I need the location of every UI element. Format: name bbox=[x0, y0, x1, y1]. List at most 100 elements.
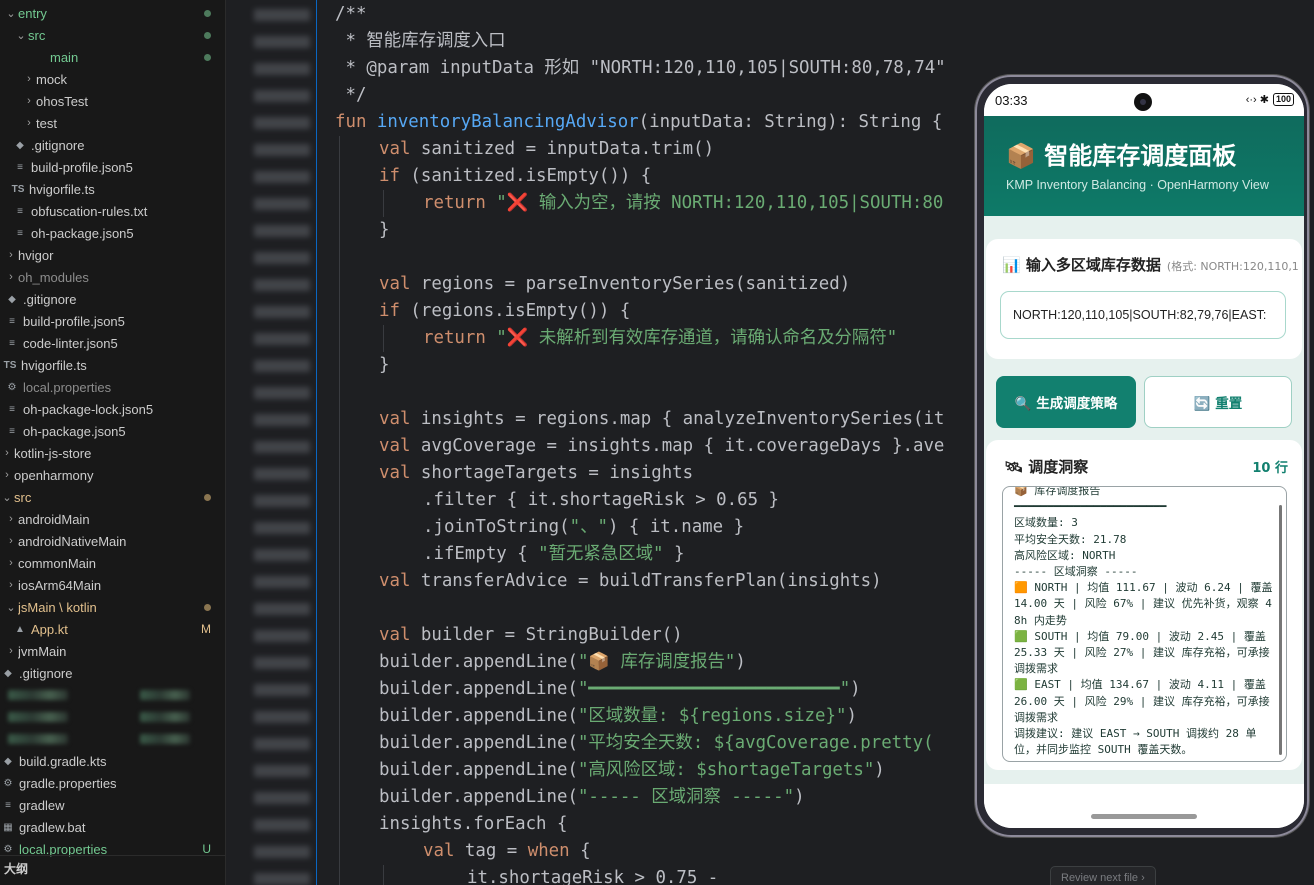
result-scrollbar[interactable] bbox=[1279, 505, 1282, 755]
code-token: "❌ 输入为空，请按 NORTH:120,110,105|SOUTH:80 bbox=[496, 193, 944, 213]
tree-item-label: androidNativeMain bbox=[18, 533, 127, 549]
code-token: .joinToString( bbox=[423, 517, 570, 537]
tree-item[interactable]: ⌄ src bbox=[0, 24, 225, 46]
indent-guide bbox=[383, 865, 384, 885]
tree-item[interactable]: › ohosTest bbox=[0, 90, 225, 112]
line-number bbox=[254, 738, 310, 750]
home-indicator[interactable] bbox=[1091, 814, 1197, 819]
tree-item[interactable]: ⌄ entry bbox=[0, 2, 225, 24]
tree-item[interactable]: ≡ oh-package.json5 bbox=[0, 222, 225, 244]
tree-item-label: App.kt bbox=[31, 621, 68, 637]
tree-item[interactable]: ≡ oh-package-lock.json5 bbox=[0, 398, 225, 420]
tree-item[interactable]: › jvmMain bbox=[0, 640, 225, 662]
code-token: if bbox=[379, 301, 411, 321]
code-line: val regions = parseInventorySeries(sanit… bbox=[379, 271, 850, 298]
code-line: val avgCoverage = insights.map { it.cove… bbox=[379, 433, 944, 460]
line-number bbox=[254, 711, 310, 723]
review-next-file-button[interactable]: Review next file › bbox=[1050, 866, 1156, 885]
tree-item[interactable]: ◆ .gitignore bbox=[0, 134, 225, 156]
tree-item[interactable]: main bbox=[0, 46, 225, 68]
tree-item[interactable]: › iosArm64Main bbox=[0, 574, 225, 596]
reset-button[interactable]: 🔄 重置 bbox=[1144, 376, 1292, 428]
tree-item[interactable]: ≡ code-linter.json5 bbox=[0, 332, 225, 354]
chevron-right-icon[interactable]: › bbox=[0, 447, 14, 459]
tree-item[interactable]: › mock bbox=[0, 68, 225, 90]
tree-item[interactable]: › kotlin-js-store bbox=[0, 442, 225, 464]
code-token: return bbox=[423, 193, 497, 213]
tree-item[interactable]: › androidNativeMain bbox=[0, 530, 225, 552]
chevron-right-icon[interactable]: › bbox=[4, 535, 18, 547]
chevron-down-icon[interactable]: ⌄ bbox=[14, 29, 28, 42]
redacted-text bbox=[140, 734, 190, 744]
chevron-right-icon[interactable]: › bbox=[22, 117, 36, 129]
chevron-right-icon[interactable]: › bbox=[4, 513, 18, 525]
tree-item[interactable]: › oh_modules bbox=[0, 266, 225, 288]
generate-strategy-button[interactable]: 🔍 生成调度策略 bbox=[996, 376, 1136, 428]
tree-item-redacted[interactable] bbox=[0, 706, 225, 728]
code-token: builder.appendLine( bbox=[379, 760, 578, 780]
tree-item[interactable]: ≡ build-profile.json5 bbox=[0, 310, 225, 332]
settings-file-icon: ⚙ bbox=[3, 843, 13, 855]
tree-item[interactable]: ◆ .gitignore bbox=[0, 288, 225, 310]
chevron-down-icon[interactable]: ⌄ bbox=[4, 601, 18, 614]
line-number bbox=[254, 279, 310, 291]
tree-item-label: gradlew.bat bbox=[19, 819, 86, 835]
chevron-right-icon[interactable]: › bbox=[4, 579, 18, 591]
tree-item-redacted[interactable] bbox=[0, 684, 225, 706]
code-token: insights = regions.map { analyzeInventor… bbox=[420, 409, 945, 429]
tree-item[interactable]: › test bbox=[0, 112, 225, 134]
tree-item-label: test bbox=[36, 115, 57, 131]
chevron-right-icon[interactable]: › bbox=[4, 271, 18, 283]
line-number bbox=[254, 468, 310, 480]
tree-item-label: hvigor bbox=[18, 247, 54, 263]
tree-item[interactable]: ≡ obfuscation-rules.txt bbox=[0, 200, 225, 222]
tree-item-redacted[interactable] bbox=[0, 728, 225, 750]
code-token: */ bbox=[335, 85, 367, 105]
outline-panel-header[interactable]: 大纲 bbox=[0, 855, 225, 885]
tree-item[interactable]: ⌄ jsMain \ kotlin bbox=[0, 596, 225, 618]
tree-item[interactable]: ◆ build.gradle.kts bbox=[0, 750, 225, 772]
chevron-right-icon[interactable]: › bbox=[22, 95, 36, 107]
chevron-down-icon[interactable]: ⌄ bbox=[0, 491, 14, 504]
tree-item[interactable]: ▦ gradlew.bat bbox=[0, 816, 225, 838]
chevron-down-icon[interactable]: ⌄ bbox=[4, 7, 18, 20]
phone-screen: 03:33 ‹·› ✱ 100 📦 智能库存调度面板 KMP Inventory… bbox=[984, 84, 1304, 828]
generate-strategy-label: 🔍 生成调度策略 bbox=[1014, 396, 1118, 412]
chevron-right-icon[interactable]: › bbox=[4, 249, 18, 261]
tree-item[interactable]: ◆ .gitignore bbox=[0, 662, 225, 684]
code-token: it.shortageRisk > 0.75 - bbox=[467, 868, 719, 885]
tree-item[interactable]: › hvigor bbox=[0, 244, 225, 266]
typescript-file-icon: TS bbox=[11, 183, 25, 195]
tree-item[interactable]: ≡ build-profile.json5 bbox=[0, 156, 225, 178]
tree-item[interactable]: ⚙ local.properties bbox=[0, 376, 225, 398]
modified-dot-icon bbox=[204, 6, 211, 20]
tree-item[interactable]: TS hvigorfile.ts bbox=[0, 354, 225, 376]
code-line: if (regions.isEmpty()) { bbox=[379, 298, 630, 325]
result-output-box[interactable]: 📦 库存调度报告 ━━━━━━━━━━━━━━━━━━━━━━━ 区域数量: 3… bbox=[1002, 486, 1287, 762]
tree-item[interactable]: TS hvigorfile.ts bbox=[0, 178, 225, 200]
chevron-right-icon[interactable]: › bbox=[22, 73, 36, 85]
inventory-data-input[interactable] bbox=[1000, 291, 1286, 339]
tree-item[interactable]: ▲ App.kt M bbox=[0, 618, 225, 640]
tree-item[interactable]: ⚙ gradle.properties bbox=[0, 772, 225, 794]
chevron-right-icon[interactable]: › bbox=[4, 557, 18, 569]
code-token: (regions.isEmpty()) { bbox=[410, 301, 631, 321]
code-line: .filter { it.shortageRisk > 0.65 } bbox=[423, 487, 779, 514]
line-number bbox=[254, 792, 310, 804]
line-number bbox=[254, 36, 310, 48]
chevron-right-icon[interactable]: › bbox=[0, 469, 14, 481]
code-token: "━━━━━━━━━━━━━━━━━━━━━━━━" bbox=[577, 679, 851, 699]
line-number bbox=[254, 117, 310, 129]
tree-item[interactable]: › androidMain bbox=[0, 508, 225, 530]
tree-item[interactable]: › commonMain bbox=[0, 552, 225, 574]
line-number bbox=[254, 90, 310, 102]
tree-item-label: entry bbox=[18, 5, 47, 21]
phone-emulator: 03:33 ‹·› ✱ 100 📦 智能库存调度面板 KMP Inventory… bbox=[975, 75, 1309, 837]
code-token: val bbox=[379, 625, 421, 645]
code-token: ) { it.name } bbox=[607, 517, 745, 537]
tree-item[interactable]: ≡ oh-package.json5 bbox=[0, 420, 225, 442]
tree-item[interactable]: ≡ gradlew bbox=[0, 794, 225, 816]
chevron-right-icon[interactable]: › bbox=[4, 645, 18, 657]
tree-item[interactable]: › openharmony bbox=[0, 464, 225, 486]
tree-item[interactable]: ⌄ src bbox=[0, 486, 225, 508]
